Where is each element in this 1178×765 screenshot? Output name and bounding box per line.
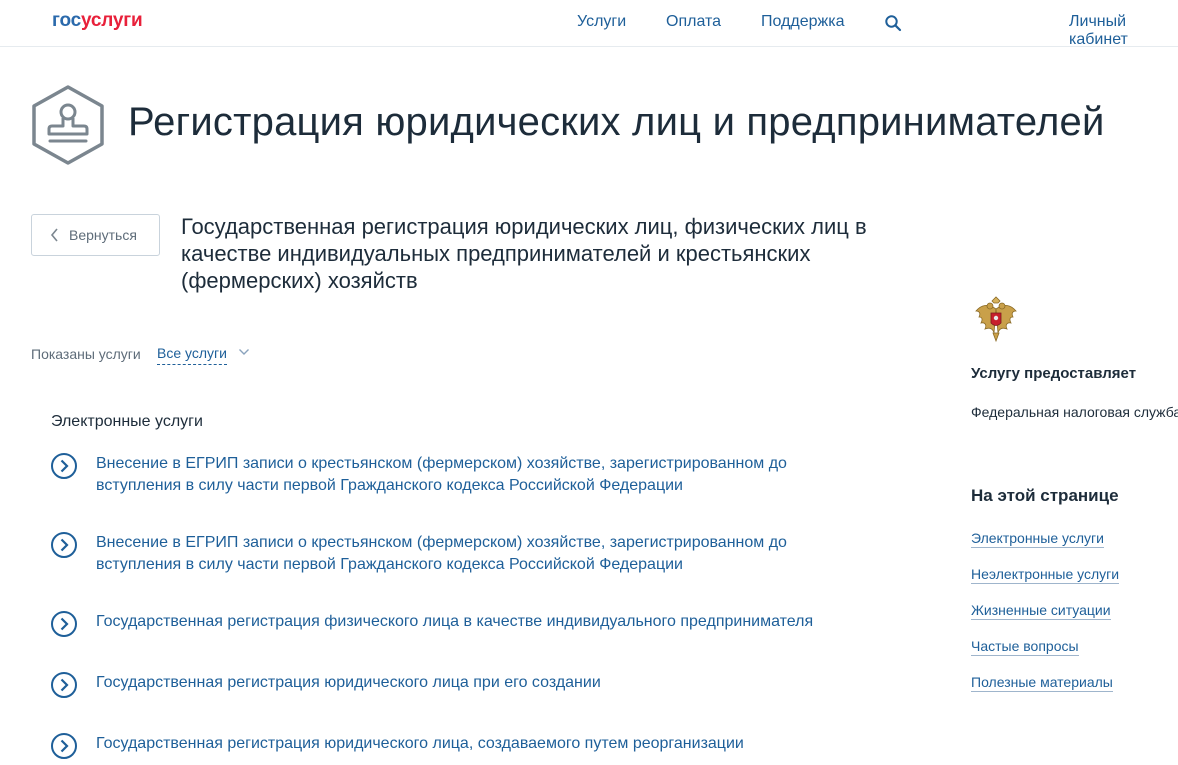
logo-part-gos: гос <box>52 10 81 31</box>
service-title: Государственная регистрация юридических … <box>181 214 867 293</box>
onpage-link-life-situations[interactable]: Жизненные ситуации <box>971 602 1111 620</box>
chevron-circle-icon <box>51 733 77 759</box>
coat-of-arms-emblem <box>975 296 1017 343</box>
personal-account-link[interactable]: Личный кабинет <box>1069 13 1178 49</box>
back-button-label: Вернуться <box>69 227 137 243</box>
service-link-label: Государственная регистрация физического … <box>96 613 814 630</box>
service-link[interactable]: Внесение в ЕГРИП записи о крестьянском (… <box>50 532 870 576</box>
onpage-link-materials[interactable]: Полезные материалы <box>971 674 1113 692</box>
service-link[interactable]: Государственная регистрация юридического… <box>50 672 870 699</box>
back-button[interactable]: Вернуться <box>31 214 160 256</box>
logo-part-uslugi: услуги <box>81 10 143 31</box>
gosuslugi-logo[interactable]: госуслуги <box>52 10 143 32</box>
section-heading-electronic: Электронные услуги <box>51 413 203 430</box>
service-link-label: Внесение в ЕГРИП записи о крестьянском (… <box>96 534 787 573</box>
onpage-link-nonelectronic[interactable]: Неэлектронные услуги <box>971 566 1120 584</box>
provider-heading: Услугу предоставляет <box>971 365 1137 382</box>
service-link[interactable]: Государственная регистрация физического … <box>50 611 870 638</box>
top-header: госуслуги Услуги Оплата Поддержка Личный… <box>0 0 1178 49</box>
onpage-heading: На этой странице <box>971 486 1119 505</box>
chevron-circle-icon <box>51 453 77 479</box>
services-filter-dropdown[interactable]: Все услуги <box>157 345 227 365</box>
chevron-down-icon[interactable] <box>238 346 250 358</box>
chevron-circle-icon <box>51 672 77 698</box>
chevron-left-icon <box>50 228 58 242</box>
provider-name: Федеральная налоговая служба <box>971 404 1178 420</box>
service-link-label: Государственная регистрация юридического… <box>96 735 744 752</box>
nav-payment[interactable]: Оплата <box>666 13 721 31</box>
filter-label: Показаны услуги <box>31 346 141 362</box>
chevron-circle-icon <box>51 532 77 558</box>
service-link-label: Государственная регистрация юридического… <box>96 674 601 691</box>
service-link[interactable]: Внесение в ЕГРИП записи о крестьянском (… <box>50 453 870 497</box>
service-link-label: Внесение в ЕГРИП записи о крестьянском (… <box>96 455 787 494</box>
chevron-circle-icon <box>51 611 77 637</box>
onpage-link-faq[interactable]: Частые вопросы <box>971 638 1079 656</box>
search-icon[interactable] <box>884 14 902 32</box>
nav-support[interactable]: Поддержка <box>761 13 844 31</box>
stamp-hexagon-icon <box>32 85 104 165</box>
nav-services[interactable]: Услуги <box>577 13 626 31</box>
onpage-link-electronic[interactable]: Электронные услуги <box>971 530 1104 548</box>
page-title: Регистрация юридических лиц и предприним… <box>128 100 1105 144</box>
service-link[interactable]: Государственная регистрация юридического… <box>50 733 870 760</box>
